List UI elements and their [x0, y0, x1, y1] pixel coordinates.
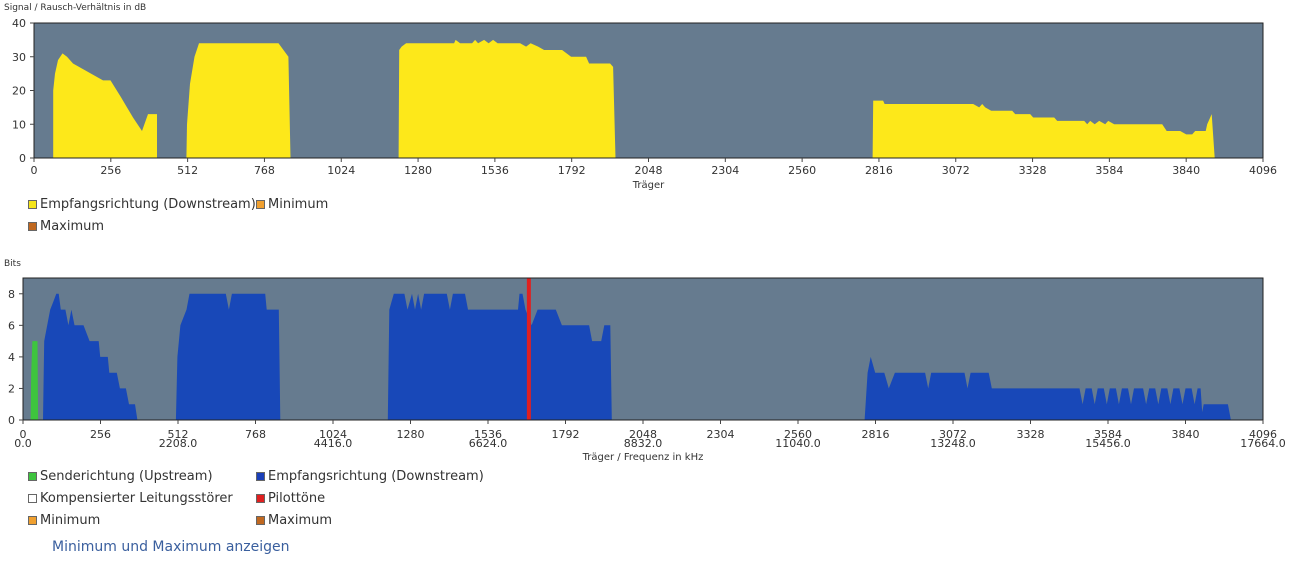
legend-swatch-brown [256, 516, 265, 525]
x-tick-label: 3584 [1095, 164, 1123, 177]
x-tick-label: 2816 [862, 428, 890, 441]
legend-item-maximum-bits: Maximum [256, 513, 332, 528]
x-tick-label-frequency: 8832.0 [624, 437, 663, 450]
legend-swatch-brown [28, 222, 37, 231]
x-tick-label: 0 [31, 164, 38, 177]
legend-item-downstream-snr: Empfangsrichtung (Downstream) [28, 197, 256, 212]
x-tick-label: 3840 [1172, 164, 1200, 177]
x-tick-label: 1792 [558, 164, 586, 177]
legend-swatch-orange [28, 516, 37, 525]
x-axis-label: Träger / Frequenz in kHz [582, 452, 704, 463]
legend-swatch-green [28, 472, 37, 481]
x-tick-label: 3840 [1172, 428, 1200, 441]
legend-label: Minimum [40, 513, 101, 528]
chart-title: Bits [4, 259, 21, 269]
x-tick-label: 768 [245, 428, 266, 441]
x-tick-label-frequency: 0.0 [14, 437, 32, 450]
y-tick-label: 20 [12, 85, 26, 98]
y-tick-label: 10 [12, 118, 26, 131]
x-tick-label-frequency: 2208.0 [159, 437, 198, 450]
x-tick-label: 1536 [481, 164, 509, 177]
x-tick-label: 4096 [1249, 164, 1277, 177]
x-tick-label: 256 [90, 428, 111, 441]
chart-1: Signal / Rausch-Verhältnis in dB 0 10 20 30 4… [4, 3, 1277, 191]
legend-label: Empfangsrichtung (Downstream) [268, 469, 484, 484]
x-tick-label-frequency: 15456.0 [1085, 437, 1131, 450]
show-min-max-link[interactable]: Minimum und Maximum anzeigen [52, 539, 290, 555]
legend-item-pilot: Pilottöne [256, 491, 325, 506]
legend-label: Senderichtung (Upstream) [40, 469, 213, 484]
y-tick-label: 30 [12, 51, 26, 64]
x-tick-label: 768 [254, 164, 275, 177]
x-tick-label: 256 [100, 164, 121, 177]
legend-label: Kompensierter Leitungsstörer [40, 491, 233, 506]
x-tick-label-frequency: 4416.0 [314, 437, 353, 450]
legend-item-minimum-snr: Minimum [256, 197, 328, 212]
x-tick-label: 2048 [635, 164, 663, 177]
x-tick-label: 2304 [711, 164, 739, 177]
x-tick-label: 1792 [552, 428, 580, 441]
x-tick-label: 512 [177, 164, 198, 177]
x-tick-label: 3328 [1017, 428, 1045, 441]
y-tick-label: 0 [19, 152, 26, 165]
x-axis-label: Träger [632, 180, 665, 191]
x-tick-label: 1280 [404, 164, 432, 177]
legend-item-compensated: Kompensierter Leitungsstörer [28, 491, 233, 506]
x-tick-label: 3328 [1019, 164, 1047, 177]
x-tick-label: 3072 [942, 164, 970, 177]
legend-item-maximum-snr: Maximum [28, 219, 104, 234]
chart-2: Bits024680 256 512 768 1024 1280 1536 1792 2048 2… [4, 259, 1286, 463]
x-tick-label: 2304 [707, 428, 735, 441]
legend-swatch-orange [256, 200, 265, 209]
x-tick-label: 1280 [397, 428, 425, 441]
legend-label: Minimum [268, 197, 329, 212]
legend-item-upstream: Senderichtung (Upstream) [28, 469, 213, 484]
legend-label: Maximum [40, 219, 105, 234]
legend-item-downstream-bits: Empfangsrichtung (Downstream) [256, 469, 484, 484]
x-tick-label: 2560 [788, 164, 816, 177]
y-tick-label: 40 [12, 17, 26, 30]
legend-swatch-blue [256, 472, 265, 481]
legend-label: Pilottöne [268, 491, 326, 506]
legend-label: Maximum [268, 513, 333, 528]
x-tick-label-frequency: 13248.0 [930, 437, 976, 450]
legend-swatch-yellow [28, 200, 37, 209]
chart-title: Signal / Rausch-Verhältnis in dB [4, 3, 146, 13]
series-area [175, 293, 281, 420]
y-tick-label: 0 [8, 414, 15, 427]
x-tick-label-frequency: 6624.0 [469, 437, 508, 450]
series-area [186, 43, 291, 158]
charts-canvas: Signal / Rausch-Verhältnis in dB01020304… [4, 3, 1286, 463]
x-tick-label: 2816 [865, 164, 893, 177]
legend-swatch-white [28, 494, 37, 503]
x-tick-label-frequency: 11040.0 [775, 437, 821, 450]
y-tick-label: 2 [8, 382, 15, 395]
legend-swatch-red [256, 494, 265, 503]
legend-item-minimum-bits: Minimum [28, 513, 100, 528]
y-tick-label: 8 [8, 288, 15, 301]
x-tick-label-frequency: 17664.0 [1240, 437, 1286, 450]
legend-label: Empfangsrichtung (Downstream) [40, 197, 256, 212]
x-tick-label: 1024 [327, 164, 355, 177]
y-tick-label: 6 [8, 319, 15, 332]
series-area [398, 39, 616, 158]
y-tick-label: 4 [8, 351, 15, 364]
